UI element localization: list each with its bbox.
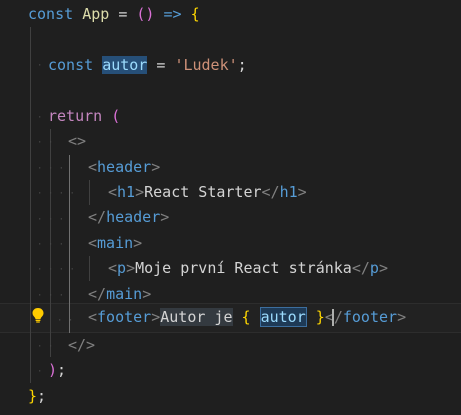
tag-footer-close: footer	[342, 308, 398, 326]
code-line-9[interactable]: </header>	[88, 205, 169, 231]
code-line-7[interactable]: <header>	[88, 155, 160, 181]
tag-bracket: >	[160, 208, 170, 226]
text-cursor	[332, 309, 334, 326]
tag-header-open: header	[97, 158, 152, 176]
component-name: App	[82, 5, 110, 23]
tag-bracket: >	[126, 259, 136, 277]
tag-bracket: </	[351, 259, 370, 277]
whitespace-dot: · ·	[57, 316, 74, 326]
tag-bracket: >	[378, 259, 388, 277]
string-literal: 'Ludek'	[174, 56, 238, 74]
tag-main-close: main	[106, 285, 143, 303]
tag-bracket: >	[151, 158, 161, 176]
return-paren-open: (	[111, 107, 121, 125]
tag-h1-open: h1	[117, 183, 136, 201]
code-line-16[interactable]: };	[28, 384, 46, 410]
code-line-1[interactable]: const App = () => {	[28, 2, 200, 28]
operator-equals: =	[118, 5, 128, 23]
params-parens: ()	[136, 5, 155, 23]
tag-footer-open: footer	[97, 308, 152, 326]
code-line-15[interactable]: );	[48, 358, 66, 384]
function-brace-open: {	[190, 5, 200, 23]
indent-guide	[89, 180, 90, 205]
tag-bracket: </	[261, 183, 280, 201]
semicolon: ;	[37, 387, 47, 405]
keyword-const: const	[48, 56, 94, 74]
fragment-close: </>	[68, 336, 96, 354]
whitespace-dot: · · ·	[37, 240, 65, 250]
tag-bracket: >	[135, 183, 145, 201]
tag-main-open: main	[97, 234, 134, 252]
code-editor[interactable]: · · · · · · · · · · · · · · · · · · · · …	[0, 0, 461, 415]
whitespace-dot: ·	[37, 113, 43, 123]
code-line-11[interactable]: <p>Moje první React stránka</p>	[108, 256, 388, 282]
code-line-5[interactable]: return (	[48, 104, 120, 130]
whitespace-dot: · · · ·	[37, 189, 75, 199]
variable-autor-reference: autor	[259, 307, 307, 327]
operator-equals: =	[156, 56, 166, 74]
jsx-text-heading: React Starter	[144, 183, 262, 201]
semicolon: ;	[237, 56, 247, 74]
tag-bracket: >	[151, 308, 161, 326]
tag-bracket: >	[397, 308, 407, 326]
code-line-12[interactable]: </main>	[88, 282, 151, 308]
whitespace-dot: · · ·	[37, 164, 65, 174]
code-line-14[interactable]: </>	[68, 333, 95, 359]
code-line-6[interactable]: <>	[68, 129, 86, 155]
tag-p-open: p	[117, 259, 127, 277]
tag-header-close: header	[106, 208, 161, 226]
whitespace-dot: · · · ·	[37, 265, 75, 275]
indent-guide	[89, 256, 90, 281]
jsx-text-paragraph: Moje první React stránka	[135, 259, 352, 277]
indent-guide-active	[69, 155, 70, 333]
tag-bracket: </	[88, 285, 107, 303]
tag-bracket: </	[88, 208, 107, 226]
code-line-10[interactable]: <main>	[88, 231, 142, 257]
return-paren-close: )	[48, 361, 58, 379]
variable-autor-declaration: autor	[102, 56, 148, 74]
tag-bracket: >	[297, 183, 307, 201]
tag-h1-close: h1	[279, 183, 298, 201]
tag-bracket: <	[88, 308, 98, 326]
tag-bracket: <	[88, 234, 98, 252]
keyword-const: const	[28, 5, 74, 23]
function-brace-close: }	[28, 387, 38, 405]
tag-p-close: p	[369, 259, 379, 277]
fragment-open: <>	[68, 132, 87, 150]
whitespace-dot: ·	[37, 61, 43, 71]
whitespace-dot: · ·	[37, 342, 54, 352]
tag-bracket: <	[88, 158, 98, 176]
tag-bracket: >	[133, 234, 143, 252]
jsx-expression-close: }	[315, 308, 325, 326]
code-line-3[interactable]: const autor = 'Ludek';	[48, 53, 247, 79]
indent-guide	[30, 27, 31, 383]
arrow-operator: =>	[163, 5, 182, 23]
tag-bracket: >	[142, 285, 152, 303]
tag-bracket: <	[108, 259, 118, 277]
semicolon: ;	[57, 361, 67, 379]
whitespace-dot: · · ·	[37, 215, 65, 225]
jsx-text-footer: Autor je	[160, 308, 233, 326]
jsx-expression-open: {	[241, 308, 251, 326]
tag-bracket: <	[108, 183, 118, 201]
whitespace-dot: · · ·	[37, 291, 65, 301]
lightbulb-icon[interactable]	[31, 307, 45, 323]
keyword-return: return	[48, 107, 103, 125]
code-line-8[interactable]: <h1>React Starter</h1>	[108, 180, 307, 206]
whitespace-dot: · ·	[37, 138, 54, 148]
code-line-13[interactable]: <footer>Autor je { autor }</footer>	[88, 305, 406, 331]
whitespace-dot: ·	[37, 367, 43, 377]
